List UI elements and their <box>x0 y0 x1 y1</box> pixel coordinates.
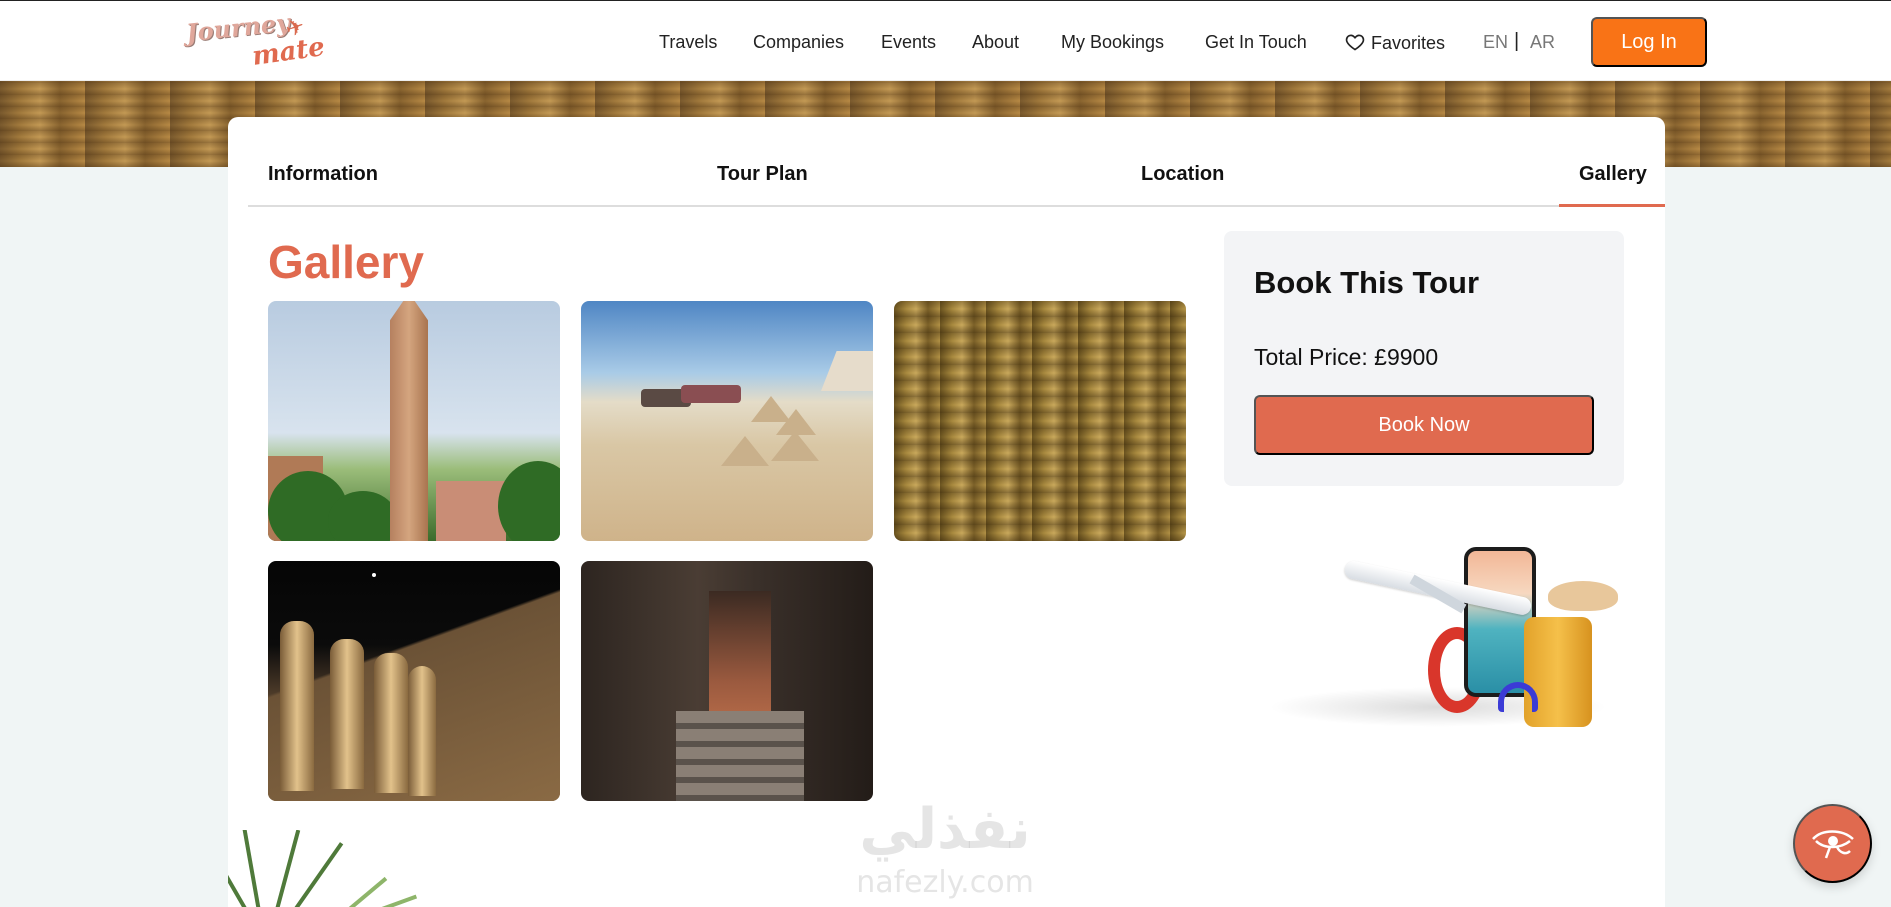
image-detail <box>372 573 376 577</box>
booking-title: Book This Tour <box>1254 265 1480 300</box>
image-detail <box>359 894 418 907</box>
image-detail <box>1548 581 1618 611</box>
nav-my-bookings[interactable]: My Bookings <box>1061 32 1164 53</box>
floating-chat-button[interactable] <box>1793 804 1872 883</box>
tab-gallery[interactable]: Gallery <box>1579 163 1647 186</box>
nav-events[interactable]: Events <box>881 32 936 53</box>
gallery-image-hieroglyphs[interactable] <box>894 301 1186 541</box>
nav-get-in-touch[interactable]: Get In Touch <box>1205 32 1307 53</box>
image-detail <box>676 711 804 801</box>
image-detail <box>771 431 819 461</box>
image-detail <box>821 351 873 391</box>
image-detail <box>721 436 769 466</box>
nav-travels[interactable]: Travels <box>659 32 717 53</box>
tab-information[interactable]: Information <box>268 163 378 186</box>
login-button[interactable]: Log In <box>1591 17 1707 67</box>
gallery-image-temple-corridor[interactable] <box>581 561 873 801</box>
lang-ar[interactable]: AR <box>1530 32 1555 53</box>
nav-favorites[interactable]: Favorites <box>1345 32 1445 54</box>
tour-tabs: Information Tour Plan Location Gallery <box>248 147 1665 207</box>
gallery-image-temple-night[interactable] <box>268 561 560 801</box>
nav-about[interactable]: About <box>972 32 1019 53</box>
gallery-heading: Gallery <box>268 236 424 288</box>
image-detail <box>328 491 398 541</box>
active-tab-indicator <box>1559 204 1665 207</box>
image-detail <box>390 301 428 541</box>
eye-of-horus-icon <box>1811 829 1854 858</box>
image-detail <box>751 396 791 422</box>
image-detail <box>408 666 436 796</box>
gallery-image-obelisk[interactable] <box>268 301 560 541</box>
image-detail <box>242 830 262 907</box>
image-detail <box>436 481 506 541</box>
image-detail <box>498 461 560 541</box>
image-detail <box>330 639 364 789</box>
image-detail <box>338 876 388 907</box>
image-detail <box>681 385 741 403</box>
booking-panel: Book This Tour Total Price: £9900 Book N… <box>1224 231 1624 486</box>
gallery-image-desert-camp[interactable] <box>581 301 873 541</box>
nav-companies[interactable]: Companies <box>753 32 844 53</box>
image-detail <box>273 830 301 907</box>
tour-detail-card: Information Tour Plan Location Gallery G… <box>228 117 1665 907</box>
palm-leaves-decoration <box>228 830 428 907</box>
book-now-button[interactable]: Book Now <box>1254 395 1594 455</box>
top-navbar: Journey ✈ mate Travels Companies Events … <box>0 0 1891 81</box>
tab-location[interactable]: Location <box>1141 163 1224 186</box>
nav-favorites-label: Favorites <box>1371 33 1446 53</box>
heart-icon <box>1345 34 1365 51</box>
lang-en[interactable]: EN <box>1483 32 1508 53</box>
journey-mate-logo[interactable]: Journey ✈ mate <box>185 8 327 72</box>
travel-illustration <box>1248 517 1624 737</box>
image-detail <box>709 591 771 721</box>
tab-tour-plan[interactable]: Tour Plan <box>717 163 808 186</box>
image-detail <box>280 621 314 791</box>
total-price: Total Price: £9900 <box>1254 344 1439 370</box>
image-detail <box>374 653 408 793</box>
image-detail <box>288 842 344 907</box>
lang-separator: | <box>1514 30 1520 52</box>
